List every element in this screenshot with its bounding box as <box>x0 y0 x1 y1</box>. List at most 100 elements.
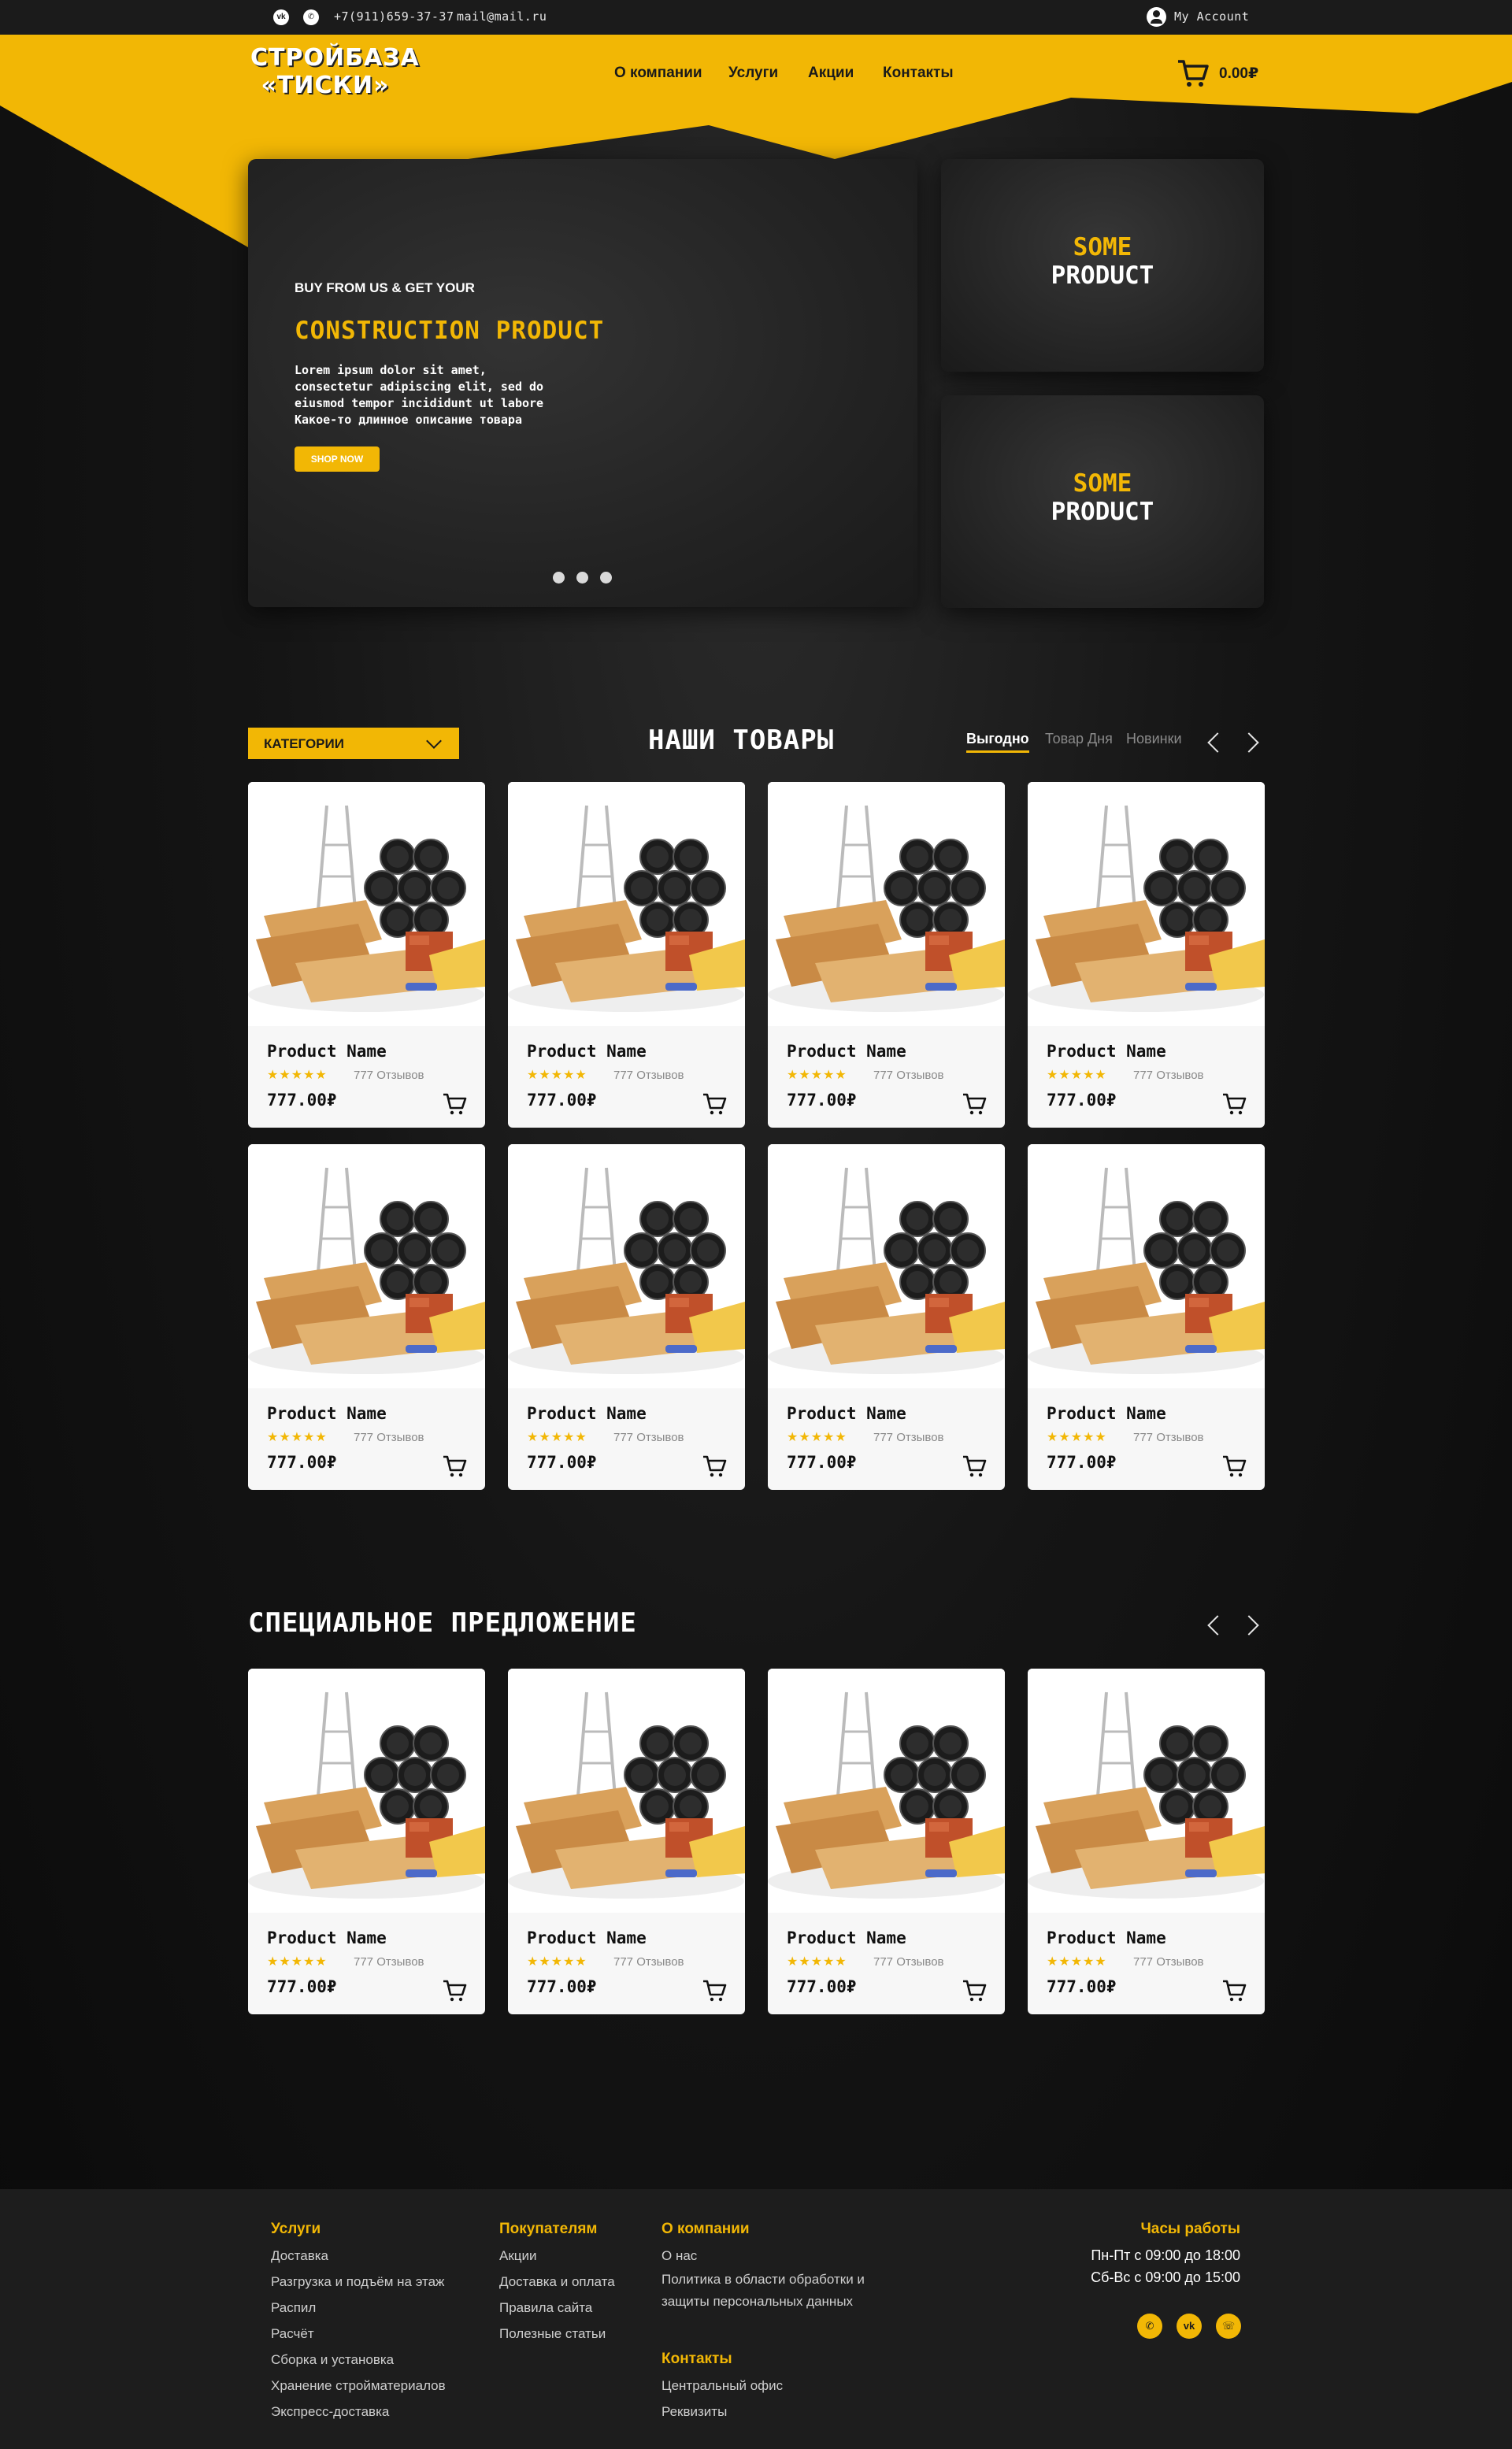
reviews-count[interactable]: 777 Отзывов <box>613 1431 684 1444</box>
nav-promotions[interactable]: Акции <box>808 65 854 82</box>
add-to-cart-icon[interactable] <box>442 1454 467 1478</box>
product-image-wrap[interactable] <box>1028 1669 1265 1913</box>
side-promo-2[interactable]: SOME PRODUCT <box>941 395 1264 608</box>
vk-icon[interactable]: vk <box>1177 2314 1202 2339</box>
footer-link[interactable]: Разгрузка и подъём на этаж <box>271 2269 446 2295</box>
product-image-wrap[interactable] <box>1028 782 1265 1026</box>
whatsapp-icon[interactable]: ✆ <box>303 9 319 25</box>
footer-link[interactable]: Акции <box>499 2243 615 2269</box>
phone-number[interactable]: +7(911)659-37-37 <box>334 9 454 24</box>
product-card[interactable]: Product Name ★★★★★ 777 Отзывов 777.00₽ <box>508 1144 745 1490</box>
add-to-cart-icon[interactable] <box>442 1979 467 2003</box>
product-card[interactable]: Product Name ★★★★★ 777 Отзывов 777.00₽ <box>768 1144 1005 1490</box>
reviews-count[interactable]: 777 Отзывов <box>1133 1431 1204 1444</box>
product-card[interactable]: Product Name ★★★★★ 777 Отзывов 777.00₽ <box>248 1144 485 1490</box>
product-name[interactable]: Product Name <box>1047 1928 1166 1947</box>
add-to-cart-icon[interactable] <box>1221 1092 1247 1116</box>
product-image-wrap[interactable] <box>508 1144 745 1388</box>
footer-link[interactable]: защиты персональных данных <box>662 2291 865 2313</box>
slider-dot-3[interactable] <box>600 572 612 584</box>
footer-link[interactable]: Хранение стройматериалов <box>271 2373 446 2399</box>
add-to-cart-icon[interactable] <box>442 1092 467 1116</box>
reviews-count[interactable]: 777 Отзывов <box>354 1955 424 1969</box>
reviews-count[interactable]: 777 Отзывов <box>1133 1955 1204 1969</box>
product-image-wrap[interactable] <box>248 782 485 1026</box>
nav-about[interactable]: О компании <box>614 65 702 82</box>
reviews-count[interactable]: 777 Отзывов <box>613 1955 684 1969</box>
product-card[interactable]: Product Name ★★★★★ 777 Отзывов 777.00₽ <box>248 782 485 1128</box>
product-card[interactable]: Product Name ★★★★★ 777 Отзывов 777.00₽ <box>768 1669 1005 2014</box>
add-to-cart-icon[interactable] <box>702 1092 727 1116</box>
add-to-cart-icon[interactable] <box>1221 1979 1247 2003</box>
footer-link[interactable]: Распил <box>271 2295 446 2321</box>
product-name[interactable]: Product Name <box>527 1404 647 1423</box>
reviews-count[interactable]: 777 Отзывов <box>354 1069 424 1082</box>
footer-link[interactable]: Полезные статьи <box>499 2321 615 2347</box>
shop-now-button[interactable]: SHOP NOW <box>295 446 380 472</box>
product-card[interactable]: Product Name ★★★★★ 777 Отзывов 777.00₽ <box>508 782 745 1128</box>
side-promo-1[interactable]: SOME PRODUCT <box>941 159 1264 372</box>
product-name[interactable]: Product Name <box>1047 1404 1166 1423</box>
nav-services[interactable]: Услуги <box>728 65 778 82</box>
nav-contacts[interactable]: Контакты <box>883 65 954 82</box>
slider-dot-1[interactable] <box>553 572 565 584</box>
footer-link[interactable]: Экспресс-доставка <box>271 2399 446 2425</box>
reviews-count[interactable]: 777 Отзывов <box>873 1069 944 1082</box>
product-name[interactable]: Product Name <box>787 1928 906 1947</box>
product-card[interactable]: Product Name ★★★★★ 777 Отзывов 777.00₽ <box>1028 1144 1265 1490</box>
cart-total[interactable]: 0.00₽ <box>1219 65 1258 83</box>
add-to-cart-icon[interactable] <box>702 1979 727 2003</box>
phone-icon[interactable]: ☏ <box>1216 2314 1241 2339</box>
footer-link[interactable]: Центральный офис <box>662 2373 783 2399</box>
footer-link[interactable]: Политика в области обработки и <box>662 2269 865 2291</box>
add-to-cart-icon[interactable] <box>962 1092 987 1116</box>
reviews-count[interactable]: 777 Отзывов <box>354 1431 424 1444</box>
product-name[interactable]: Product Name <box>787 1404 906 1423</box>
footer-link[interactable]: Расчёт <box>271 2321 446 2347</box>
product-image-wrap[interactable] <box>248 1669 485 1913</box>
product-card[interactable]: Product Name ★★★★★ 777 Отзывов 777.00₽ <box>1028 1669 1265 2014</box>
reviews-count[interactable]: 777 Отзывов <box>1133 1069 1204 1082</box>
category-dropdown[interactable]: КАТЕГОРИИ <box>248 728 459 759</box>
product-image-wrap[interactable] <box>768 1669 1005 1913</box>
reviews-count[interactable]: 777 Отзывов <box>613 1069 684 1082</box>
whatsapp-icon[interactable]: ✆ <box>1137 2314 1162 2339</box>
logo[interactable]: СТРОЙБАЗА «ТИСКИ» <box>250 44 419 99</box>
product-name[interactable]: Product Name <box>267 1042 387 1061</box>
product-image-wrap[interactable] <box>248 1144 485 1388</box>
product-name[interactable]: Product Name <box>527 1928 647 1947</box>
tab-profitable[interactable]: Выгодно <box>966 731 1029 753</box>
product-card[interactable]: Product Name ★★★★★ 777 Отзывов 777.00₽ <box>248 1669 485 2014</box>
product-card[interactable]: Product Name ★★★★★ 777 Отзывов 777.00₽ <box>508 1669 745 2014</box>
reviews-count[interactable]: 777 Отзывов <box>873 1955 944 1969</box>
product-card[interactable]: Product Name ★★★★★ 777 Отзывов 777.00₽ <box>1028 782 1265 1128</box>
product-name[interactable]: Product Name <box>787 1042 906 1061</box>
footer-link[interactable]: Сборка и установка <box>271 2347 446 2373</box>
add-to-cart-icon[interactable] <box>1221 1454 1247 1478</box>
footer-link[interactable]: О нас <box>662 2243 865 2269</box>
product-name[interactable]: Product Name <box>1047 1042 1166 1061</box>
account-icon[interactable] <box>1147 7 1166 27</box>
product-name[interactable]: Product Name <box>267 1404 387 1423</box>
footer-link[interactable]: Доставка и оплата <box>499 2269 615 2295</box>
cart-icon[interactable] <box>1177 58 1210 88</box>
tab-product-of-day[interactable]: Товар Дня <box>1045 731 1113 747</box>
product-image-wrap[interactable] <box>508 782 745 1026</box>
add-to-cart-icon[interactable] <box>962 1979 987 2003</box>
vk-icon[interactable]: vk <box>273 9 289 25</box>
footer-link[interactable]: Правила сайта <box>499 2295 615 2321</box>
add-to-cart-icon[interactable] <box>962 1454 987 1478</box>
product-image-wrap[interactable] <box>768 782 1005 1026</box>
product-image-wrap[interactable] <box>508 1669 745 1913</box>
product-name[interactable]: Product Name <box>267 1928 387 1947</box>
product-name[interactable]: Product Name <box>527 1042 647 1061</box>
footer-link[interactable]: Реквизиты <box>662 2399 783 2425</box>
footer-link[interactable]: Доставка <box>271 2243 446 2269</box>
reviews-count[interactable]: 777 Отзывов <box>873 1431 944 1444</box>
add-to-cart-icon[interactable] <box>702 1454 727 1478</box>
product-image-wrap[interactable] <box>768 1144 1005 1388</box>
product-card[interactable]: Product Name ★★★★★ 777 Отзывов 777.00₽ <box>768 782 1005 1128</box>
account-link[interactable]: My Account <box>1174 9 1249 24</box>
product-image-wrap[interactable] <box>1028 1144 1265 1388</box>
tab-new[interactable]: Новинки <box>1126 731 1182 747</box>
